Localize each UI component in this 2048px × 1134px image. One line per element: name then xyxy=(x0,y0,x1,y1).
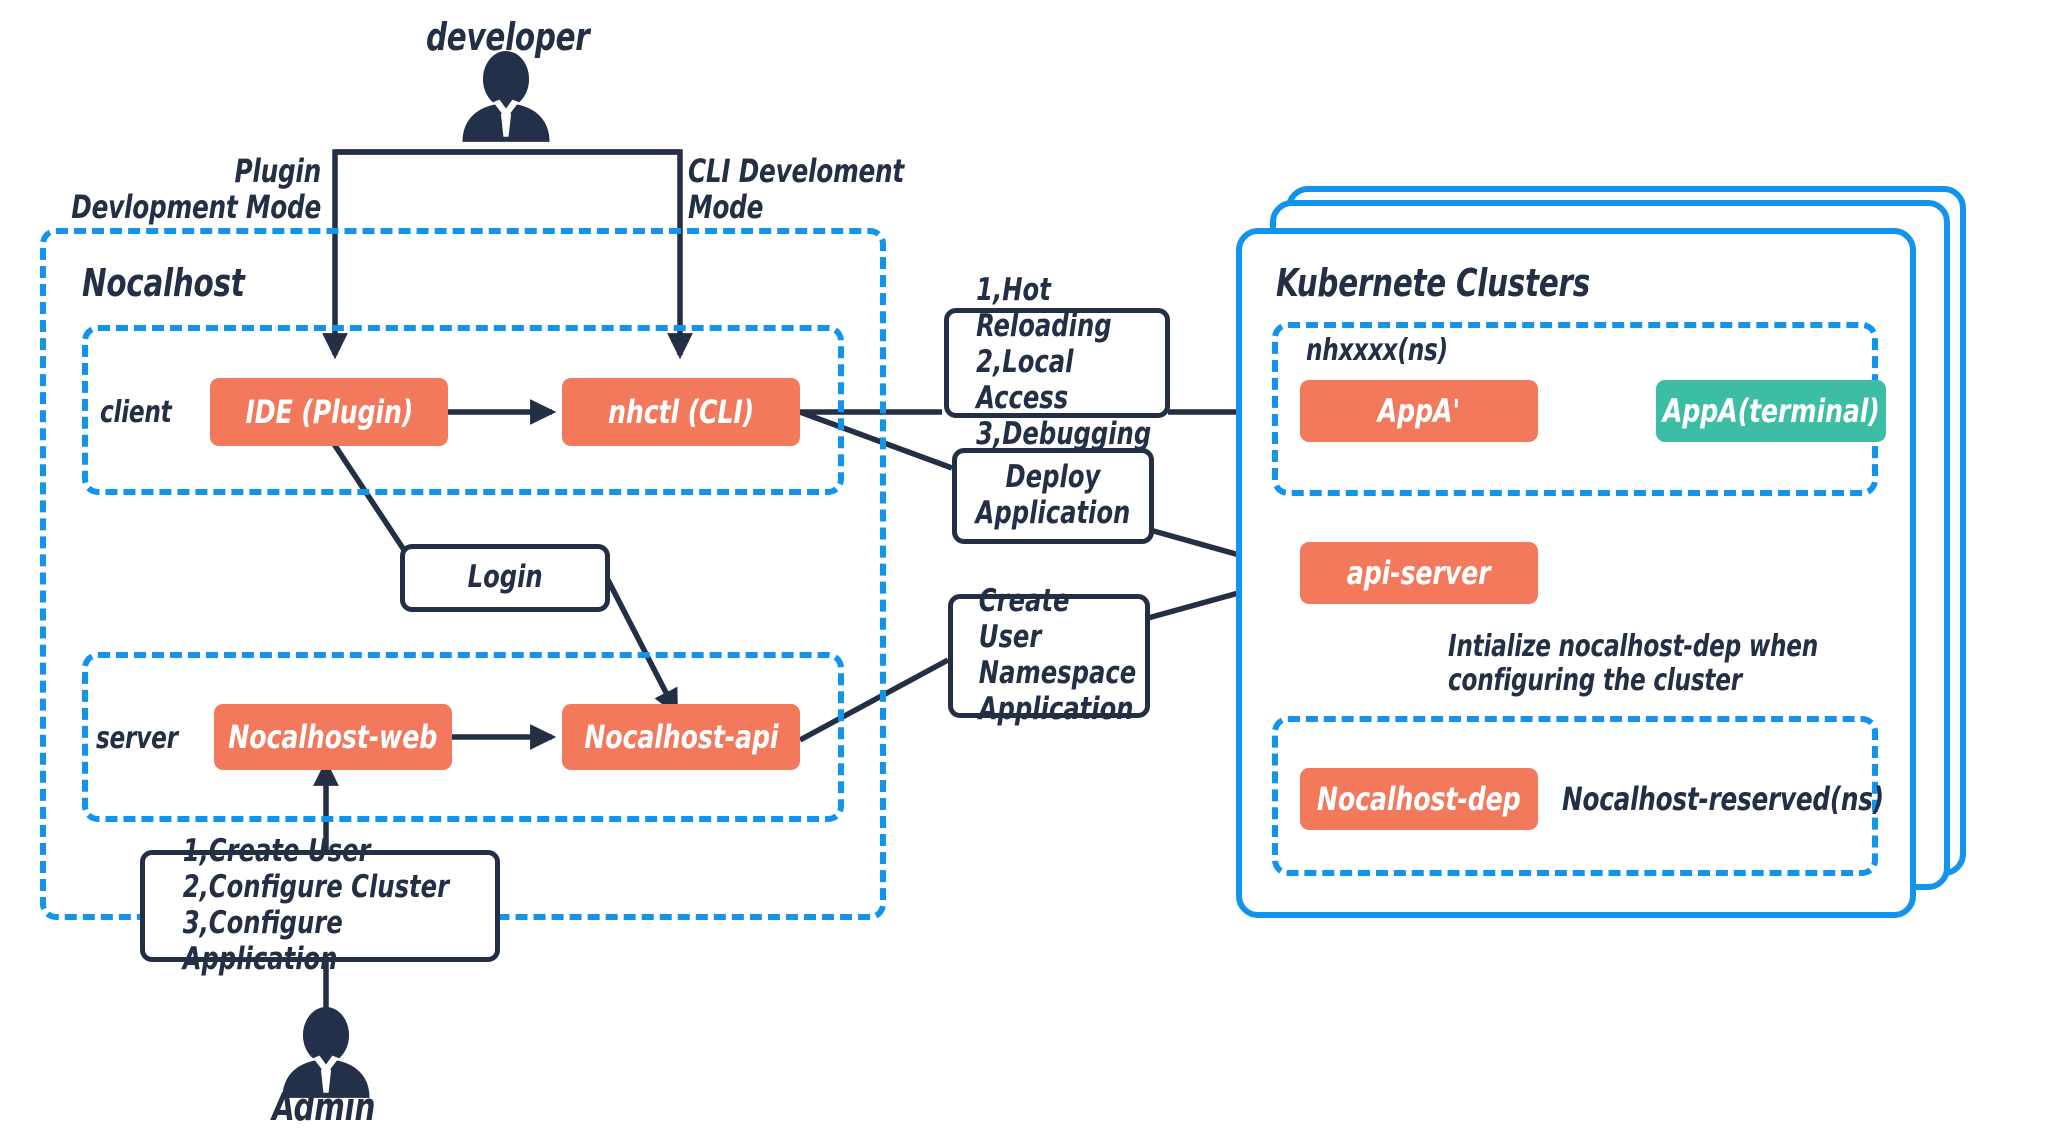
node-appa-prime[interactable]: AppA' xyxy=(1300,380,1538,442)
node-nhctl-cli-label: nhctl (CLI) xyxy=(607,393,755,431)
callout-dev-features-label: 1,Hot Reloading 2,Local Access 3,Debuggi… xyxy=(976,272,1152,452)
admin-label: Admin xyxy=(272,1085,376,1129)
node-appa-terminal-label: AppA(terminal) xyxy=(1662,392,1880,430)
init-note: Intialize nocalhost-dep when configuring… xyxy=(1448,629,1819,698)
node-nocalhost-web-label: Nocalhost-web xyxy=(228,718,438,756)
cluster-title: Kubernete Clusters xyxy=(1276,261,1591,305)
callout-admin-tasks-label: 1,Create User 2,Configure Cluster 3,Conf… xyxy=(182,833,450,977)
developer-label: developer xyxy=(426,15,590,59)
node-nhctl-cli[interactable]: nhctl (CLI) xyxy=(562,378,800,446)
node-nocalhost-web[interactable]: Nocalhost-web xyxy=(214,704,452,770)
reserved-namespace-label: Nocalhost-reserved(ns) xyxy=(1562,780,1884,818)
node-nocalhost-dep-label: Nocalhost-dep xyxy=(1317,780,1521,818)
developer-avatar xyxy=(462,50,550,142)
diagram-canvas: developer Admin Plugin Devlopment Mode C… xyxy=(0,0,2048,1134)
server-label: server xyxy=(96,721,178,756)
node-appa-prime-label: AppA' xyxy=(1377,392,1461,430)
node-nocalhost-dep[interactable]: Nocalhost-dep xyxy=(1300,768,1538,830)
callout-create-user[interactable]: Create User Namespace Application xyxy=(948,583,1150,727)
node-ide-plugin[interactable]: IDE (Plugin) xyxy=(210,378,448,446)
node-api-server[interactable]: api-server xyxy=(1300,542,1538,604)
node-nocalhost-api[interactable]: Nocalhost-api xyxy=(562,704,800,770)
callout-deploy-application[interactable]: Deploy Application xyxy=(952,448,1154,544)
plugin-development-mode-label: Plugin Devlopment Mode xyxy=(71,152,321,226)
nocalhost-title: Nocalhost xyxy=(82,261,245,305)
callout-admin-tasks[interactable]: 1,Create User 2,Configure Cluster 3,Conf… xyxy=(140,833,500,977)
callout-deploy-application-label: Deploy Application xyxy=(975,459,1131,531)
callout-create-user-label: Create User Namespace Application xyxy=(978,583,1137,727)
node-ide-plugin-label: IDE (Plugin) xyxy=(245,393,413,431)
callout-login-label: Login xyxy=(467,559,543,596)
node-nocalhost-api-label: Nocalhost-api xyxy=(583,718,779,756)
client-label: client xyxy=(100,395,172,430)
user-namespace-label: nhxxxx(ns) xyxy=(1306,333,1448,368)
node-api-server-label: api-server xyxy=(1347,554,1491,592)
cli-development-mode-label: CLI Develoment Mode xyxy=(688,152,905,226)
callout-dev-features[interactable]: 1,Hot Reloading 2,Local Access 3,Debuggi… xyxy=(944,272,1170,452)
node-appa-terminal[interactable]: AppA(terminal) xyxy=(1656,380,1886,442)
callout-login[interactable]: Login xyxy=(400,544,610,612)
